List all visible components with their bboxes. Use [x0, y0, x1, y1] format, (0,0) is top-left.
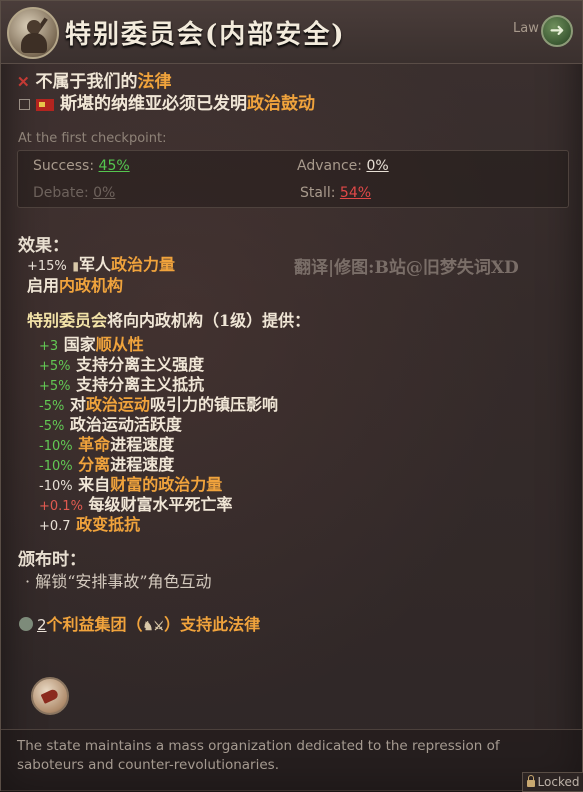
lock-icon — [526, 775, 535, 787]
arrow-right-icon[interactable]: ➜ — [541, 15, 573, 47]
on-enact-heading: 颁布时： — [18, 550, 86, 570]
interest-group-support[interactable]: 2个利益集团（♞⚔）支持此法律 — [19, 611, 260, 635]
stall-stat: Stall: 54% — [300, 185, 372, 201]
provides-heading: 特别委员会将向内政机构（1级）提供： — [27, 311, 311, 330]
law-title: 特别委员会(内部安全) — [65, 20, 346, 50]
requirement-2: 斯堪的纳维亚必须已发明政治鼓动 — [19, 89, 315, 114]
provides-item: +0.7 政变抵抗 — [39, 515, 141, 534]
debate-stat: Debate: 0% — [33, 185, 116, 201]
law-tooltip-panel: 特别委员会(内部安全) Law ➜ ✕ 不属于我们的法律 斯堪的纳维亚必须已发明… — [0, 0, 583, 792]
effect-line-2: 启用内政机构 — [27, 276, 124, 295]
on-enact-bullet: · 解锁“安排事故”角色互动 — [25, 572, 212, 591]
soldier-icon: ▮ — [72, 259, 79, 273]
locked-badge: Locked — [522, 772, 583, 792]
success-stat: Success: 45% — [33, 158, 130, 174]
advance-stat: Advance: 0% — [297, 158, 389, 174]
megaphone-icon — [31, 677, 69, 715]
interest-group-icon — [19, 617, 33, 631]
military-icon: ♞ — [142, 619, 154, 633]
law-description: The state maintains a mass organization … — [17, 738, 500, 773]
soldier-portrait-icon — [7, 7, 59, 59]
checkbox-icon — [19, 99, 30, 110]
law-label: Law — [513, 21, 539, 36]
scandinavia-flag-icon — [36, 98, 54, 111]
checkpoint-label: At the first checkpoint: — [18, 131, 167, 146]
translator-watermark: 翻译|修图:B站@旧梦失词XD — [294, 258, 519, 278]
swords-icon: ⚔ — [153, 619, 165, 633]
